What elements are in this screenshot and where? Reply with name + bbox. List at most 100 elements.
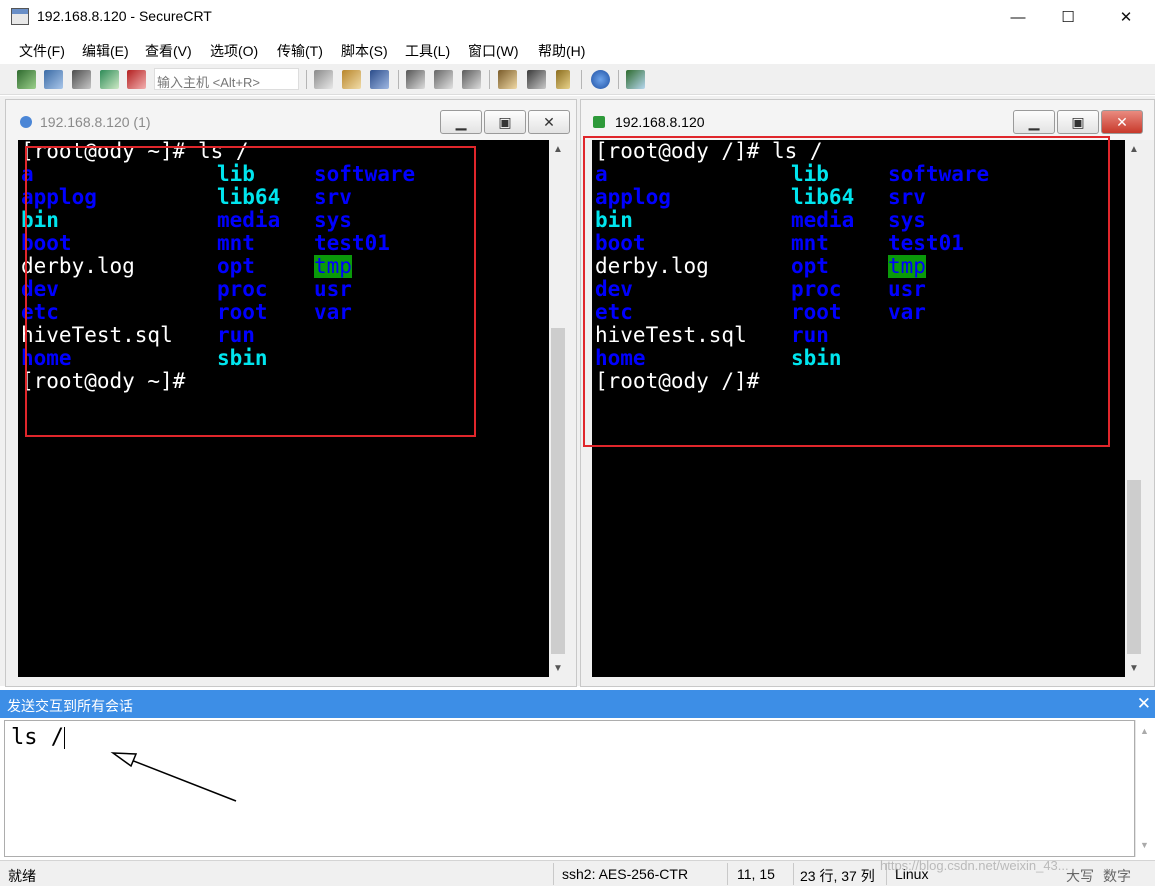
right-pane-restore-button[interactable]: ▣: [1057, 110, 1099, 134]
status-num-lock: 数字: [1103, 868, 1131, 884]
listing-entry: applog: [595, 185, 671, 209]
status-divider: [727, 863, 728, 885]
left-terminal-scrollbar[interactable]: ▲ ▼: [549, 140, 567, 677]
minimize-button[interactable]: —: [995, 0, 1041, 34]
menu-file[interactable]: 文件(F): [19, 41, 65, 61]
listing-entry: dev: [21, 277, 59, 301]
menu-transfer[interactable]: 传输(T): [277, 41, 323, 61]
listing-entry: srv: [314, 185, 352, 209]
text-cursor: [63, 727, 65, 749]
right-terminal-scrollbar[interactable]: ▲ ▼: [1125, 140, 1143, 677]
title-bar: 192.168.8.120 - SecureCRT — ☐ ✕: [0, 0, 1155, 34]
menu-script[interactable]: 脚本(S): [341, 41, 388, 61]
quick-connect-input[interactable]: 输入主机 <Alt+R>: [154, 68, 299, 90]
listing-entry: etc: [595, 300, 633, 324]
paste-icon[interactable]: [342, 70, 361, 89]
listing-entry: derby.log: [595, 254, 709, 278]
scroll-down-icon[interactable]: ▼: [549, 659, 567, 677]
menu-window[interactable]: 窗口(W): [468, 41, 519, 61]
left-pane-close-button[interactable]: ✕: [528, 110, 570, 134]
listing-entry: derby.log: [21, 254, 135, 278]
listing-entry: software: [888, 162, 990, 186]
listing-entry: opt: [791, 254, 829, 278]
right-session-pane[interactable]: 192.168.8.120 ▁ ▣ ✕ [root@ody /]# ls / a a…: [580, 99, 1155, 687]
toolbar: 输入主机 <Alt+R>: [0, 64, 1155, 95]
listing-entry: lib: [217, 162, 255, 186]
toolbar-separator: [489, 70, 490, 89]
scroll-down-icon[interactable]: ▼: [1140, 840, 1149, 850]
listing-entry: sys: [888, 208, 926, 232]
keymap-icon[interactable]: [556, 70, 570, 89]
left-pane-title: 192.168.8.120 (1): [40, 114, 151, 130]
listing-entry: home: [595, 346, 646, 370]
session-options-icon[interactable]: [498, 70, 517, 89]
listing-entry: proc: [791, 277, 842, 301]
menu-options[interactable]: 选项(O): [210, 41, 258, 61]
securecrt-app-icon[interactable]: [11, 8, 29, 25]
scroll-thumb[interactable]: [1127, 480, 1141, 654]
session-panes: 192.168.8.120 (1) ▁ ▣ ✕ [root@ody ~]# ls…: [0, 96, 1155, 687]
left-pane-header: 192.168.8.120 (1) ▁ ▣ ✕: [6, 100, 576, 140]
print-selection-icon[interactable]: [434, 70, 453, 89]
terminal-command-line: [root@ody /]# ls /: [595, 140, 823, 163]
menu-edit[interactable]: 编辑(E): [82, 41, 129, 61]
listing-entry: a: [595, 162, 608, 186]
listing-entry: tmp: [314, 254, 352, 278]
connect-icon[interactable]: [17, 70, 36, 89]
scroll-thumb[interactable]: [551, 328, 565, 654]
status-cursor-position: 11, 15: [737, 866, 775, 882]
left-pane-restore-button[interactable]: ▣: [484, 110, 526, 134]
listing-entry: sys: [314, 208, 352, 232]
listing-entry: software: [314, 162, 416, 186]
scroll-down-icon[interactable]: ▼: [1125, 659, 1143, 677]
left-terminal[interactable]: [root@ody ~]# ls / a applog bin boot derby.lo…: [18, 140, 549, 677]
menu-bar: 文件(F) 编辑(E) 查看(V) 选项(O) 传输(T) 脚本(S) 工具(L…: [0, 34, 1155, 64]
listing-entry: sbin: [217, 346, 268, 370]
menu-tools[interactable]: 工具(L): [405, 41, 450, 61]
listing-entry: a: [21, 162, 34, 186]
send-command-input[interactable]: ls /: [4, 720, 1135, 857]
send-bar-label: 发送交互到所有会话: [7, 698, 133, 714]
listing-entry: test01: [888, 231, 964, 255]
send-bar-close-icon[interactable]: ✕: [1137, 694, 1151, 714]
menu-help[interactable]: 帮助(H): [538, 41, 585, 61]
listing-entry: var: [314, 300, 352, 324]
status-ready: 就绪: [8, 868, 36, 884]
close-window-button[interactable]: ✕: [1103, 0, 1149, 34]
sftp-icon[interactable]: [626, 70, 645, 89]
send-area-scrollbar[interactable]: ▲ ▼: [1135, 720, 1155, 857]
status-divider: [793, 863, 794, 885]
right-pane-minimize-button[interactable]: ▁: [1013, 110, 1055, 134]
connect-tab-icon[interactable]: [72, 70, 91, 89]
listing-entry: root: [217, 300, 268, 324]
status-terminal-size: 23 行, 37 列: [800, 868, 875, 884]
listing-entry: root: [791, 300, 842, 324]
listing-entry: hiveTest.sql: [595, 323, 747, 347]
copy-icon[interactable]: [314, 70, 333, 89]
scroll-up-icon[interactable]: ▲: [1125, 140, 1143, 158]
listing-entry: sbin: [791, 346, 842, 370]
reconnect-icon[interactable]: [100, 70, 119, 89]
menu-view[interactable]: 查看(V): [145, 41, 192, 61]
listing-entry: hiveTest.sql: [21, 323, 173, 347]
disconnect-icon[interactable]: [127, 70, 146, 89]
maximize-button[interactable]: ☐: [1045, 0, 1091, 34]
left-session-pane[interactable]: 192.168.8.120 (1) ▁ ▣ ✕ [root@ody ~]# ls…: [5, 99, 577, 687]
print-setup-icon[interactable]: [462, 70, 481, 89]
right-terminal[interactable]: [root@ody /]# ls / a applog bin boot derby.lo…: [592, 140, 1125, 677]
terminal-prompt: [root@ody ~]#: [21, 369, 186, 393]
print-icon[interactable]: [406, 70, 425, 89]
scroll-up-icon[interactable]: ▲: [1140, 726, 1149, 736]
find-icon[interactable]: [370, 70, 389, 89]
scroll-up-icon[interactable]: ▲: [549, 140, 567, 158]
right-pane-title: 192.168.8.120: [615, 114, 705, 130]
left-pane-minimize-button[interactable]: ▁: [440, 110, 482, 134]
help-icon[interactable]: [591, 70, 610, 89]
global-options-icon[interactable]: [527, 70, 546, 89]
right-pane-close-button[interactable]: ✕: [1101, 110, 1143, 134]
quick-connect-icon[interactable]: [44, 70, 63, 89]
listing-entry: mnt: [791, 231, 829, 255]
listing-entry: home: [21, 346, 72, 370]
listing-entry: test01: [314, 231, 390, 255]
status-cipher: ssh2: AES-256-CTR: [562, 866, 689, 882]
